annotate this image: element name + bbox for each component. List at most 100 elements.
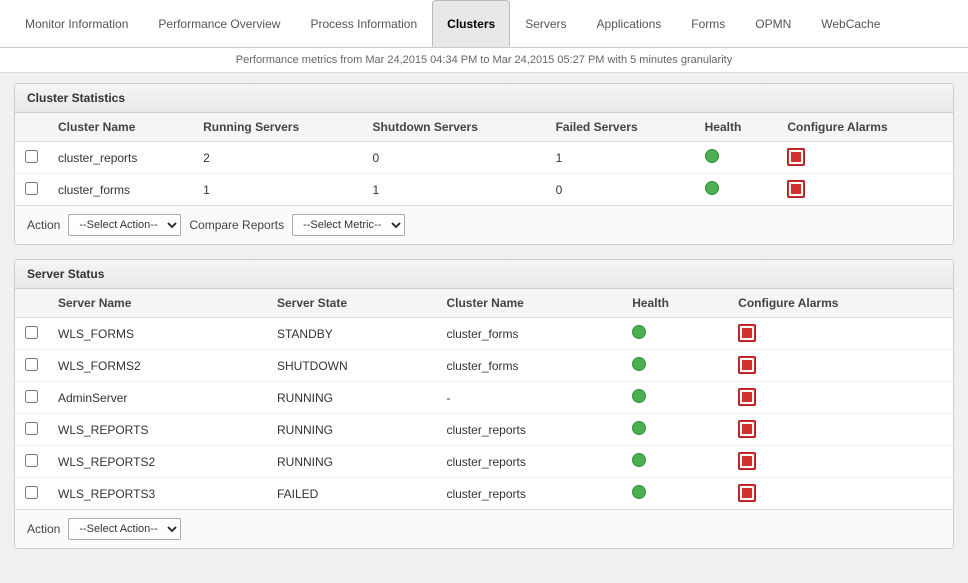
nav-bar: Monitor Information Performance Overview… [0,0,968,48]
health-cell [622,382,728,414]
cluster-name-cell: cluster_reports [48,142,193,174]
server-state-cell: RUNNING [267,414,436,446]
configure-alarms-cell[interactable] [728,446,953,478]
row-checkbox[interactable] [15,318,48,350]
row-checkbox[interactable] [15,350,48,382]
server-name-cell: WLS_REPORTS [48,414,267,446]
tab-opmn[interactable]: OPMN [740,0,806,47]
server-name-cell: AdminServer [48,382,267,414]
col-header-health: Health [695,113,778,142]
server-status-panel: Server Status Server Name Server State C… [14,259,954,549]
server-name-cell: WLS_REPORTS3 [48,478,267,510]
table-row: WLS_REPORTS2 RUNNING cluster_reports [15,446,953,478]
metrics-bar: Performance metrics from Mar 24,2015 04:… [0,48,968,73]
cluster-action-bar: Action --Select Action-- Compare Reports… [15,205,953,244]
row-checkbox[interactable] [15,174,48,206]
health-cell [622,350,728,382]
alarm-icon[interactable] [787,148,805,166]
alarm-icon[interactable] [738,356,756,374]
tab-monitor-information[interactable]: Monitor Information [10,0,143,47]
row-checkbox[interactable] [15,478,48,510]
health-indicator [632,453,646,467]
cluster-name-cell: cluster_forms [436,318,622,350]
health-cell [622,478,728,510]
server-state-cell: STANDBY [267,318,436,350]
cluster-name-cell: cluster_forms [48,174,193,206]
row-checkbox[interactable] [15,382,48,414]
cluster-name-cell: cluster_forms [436,350,622,382]
tab-process-information[interactable]: Process Information [295,0,432,47]
failed-servers-cell: 1 [546,142,695,174]
running-servers-cell: 1 [193,174,362,206]
health-indicator [632,485,646,499]
health-cell [695,174,778,206]
health-indicator [632,389,646,403]
server-status-header: Server Status [15,260,953,289]
table-row: WLS_FORMS2 SHUTDOWN cluster_forms [15,350,953,382]
table-row: cluster_forms 1 1 0 [15,174,953,206]
configure-alarms-cell[interactable] [728,478,953,510]
server-state-cell: RUNNING [267,446,436,478]
configure-alarms-cell[interactable] [777,174,953,206]
col-header-cluster-name-ss: Cluster Name [436,289,622,318]
alarm-icon[interactable] [738,420,756,438]
health-cell [695,142,778,174]
health-cell [622,414,728,446]
col-header-shutdown-servers: Shutdown Servers [363,113,546,142]
configure-alarms-cell[interactable] [728,382,953,414]
col-header-configure-alarms: Configure Alarms [777,113,953,142]
metrics-text: Performance metrics from Mar 24,2015 04:… [236,54,732,66]
row-checkbox[interactable] [15,142,48,174]
configure-alarms-cell[interactable] [728,318,953,350]
health-indicator [705,181,719,195]
health-indicator [705,149,719,163]
alarm-icon[interactable] [738,324,756,342]
compare-reports-label: Compare Reports [189,218,284,232]
server-action-label: Action [27,522,60,536]
tab-servers[interactable]: Servers [510,0,581,47]
row-checkbox[interactable] [15,414,48,446]
col-header-checkbox-ss [15,289,48,318]
tab-applications[interactable]: Applications [582,0,677,47]
col-header-checkbox [15,113,48,142]
row-checkbox[interactable] [15,446,48,478]
compare-metric-select[interactable]: --Select Metric-- [292,214,405,236]
cluster-name-cell: cluster_reports [436,414,622,446]
server-action-select[interactable]: --Select Action-- [68,518,181,540]
health-cell [622,318,728,350]
server-name-cell: WLS_FORMS [48,318,267,350]
alarm-icon[interactable] [738,452,756,470]
server-state-cell: RUNNING [267,382,436,414]
col-header-failed-servers: Failed Servers [546,113,695,142]
tab-performance-overview[interactable]: Performance Overview [143,0,295,47]
shutdown-servers-cell: 1 [363,174,546,206]
tab-webcache[interactable]: WebCache [806,0,895,47]
cluster-action-select[interactable]: --Select Action-- [68,214,181,236]
tab-clusters[interactable]: Clusters [432,0,510,47]
server-status-table: Server Name Server State Cluster Name He… [15,289,953,509]
col-header-configure-alarms-ss: Configure Alarms [728,289,953,318]
alarm-icon[interactable] [787,180,805,198]
cluster-statistics-table: Cluster Name Running Servers Shutdown Se… [15,113,953,205]
alarm-icon[interactable] [738,484,756,502]
shutdown-servers-cell: 0 [363,142,546,174]
configure-alarms-cell[interactable] [777,142,953,174]
configure-alarms-cell[interactable] [728,414,953,446]
table-row: cluster_reports 2 0 1 [15,142,953,174]
tab-forms[interactable]: Forms [676,0,740,47]
main-content: Cluster Statistics Cluster Name Running … [0,73,968,573]
table-row: WLS_FORMS STANDBY cluster_forms [15,318,953,350]
cluster-statistics-panel: Cluster Statistics Cluster Name Running … [14,83,954,245]
col-header-health-ss: Health [622,289,728,318]
table-row: AdminServer RUNNING - [15,382,953,414]
col-header-running-servers: Running Servers [193,113,362,142]
health-indicator [632,325,646,339]
server-action-bar: Action --Select Action-- [15,509,953,548]
cluster-name-cell: cluster_reports [436,478,622,510]
configure-alarms-cell[interactable] [728,350,953,382]
cluster-name-cell: cluster_reports [436,446,622,478]
server-state-cell: SHUTDOWN [267,350,436,382]
alarm-icon[interactable] [738,388,756,406]
health-indicator [632,421,646,435]
running-servers-cell: 2 [193,142,362,174]
